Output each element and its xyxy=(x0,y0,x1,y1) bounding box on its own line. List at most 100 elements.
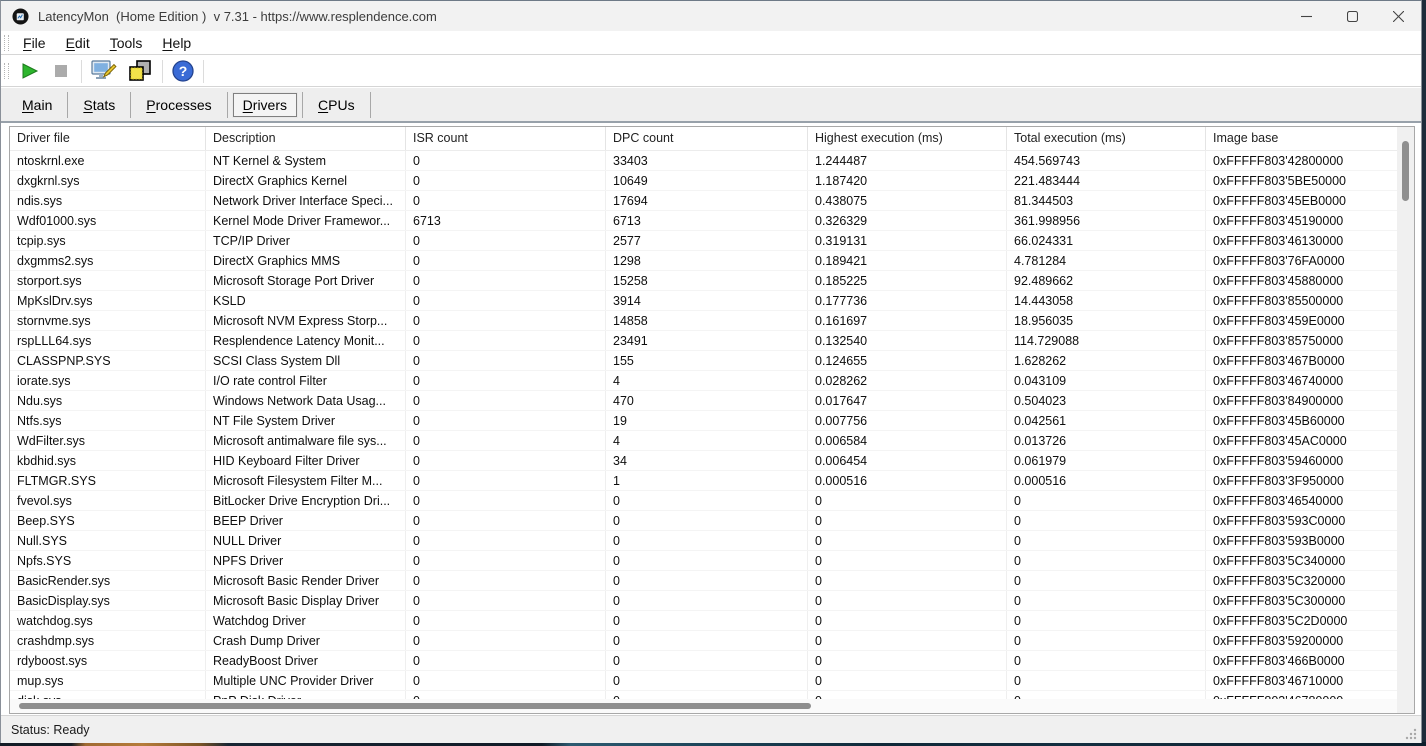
cell-description: NPFS Driver xyxy=(206,551,406,570)
tab-stats[interactable]: Stats xyxy=(70,92,128,118)
table-row[interactable]: rdyboost.sys ReadyBoost Driver 0 0 0 0 0… xyxy=(10,651,1397,671)
table-row[interactable]: BasicRender.sys Microsoft Basic Render D… xyxy=(10,571,1397,591)
close-button[interactable] xyxy=(1375,1,1421,31)
table-row[interactable]: WdFilter.sys Microsoft antimalware file … xyxy=(10,431,1397,451)
menu-item-edit[interactable]: Edit xyxy=(56,33,100,53)
table-row[interactable]: Beep.SYS BEEP Driver 0 0 0 0 0xFFFFF803'… xyxy=(10,511,1397,531)
column-header-image-base[interactable]: Image base xyxy=(1206,127,1414,150)
start-monitor-button[interactable] xyxy=(13,58,45,85)
table-row[interactable]: fvevol.sys BitLocker Drive Encryption Dr… xyxy=(10,491,1397,511)
tab-separator xyxy=(302,92,303,118)
table-row[interactable]: stornvme.sys Microsoft NVM Express Storp… xyxy=(10,311,1397,331)
column-header-description[interactable]: Description xyxy=(206,127,406,150)
cell-total-execution: 14.443058 xyxy=(1007,291,1206,310)
stop-monitor-button[interactable] xyxy=(45,58,77,85)
cell-driver-file: dxgkrnl.sys xyxy=(10,171,206,190)
table-row[interactable]: crashdmp.sys Crash Dump Driver 0 0 0 0 0… xyxy=(10,631,1397,651)
maximize-button[interactable] xyxy=(1329,1,1375,31)
tab-main[interactable]: Main xyxy=(9,92,65,118)
cell-description: DirectX Graphics Kernel xyxy=(206,171,406,190)
cell-image-base: 0xFFFFF803'84900000 xyxy=(1206,391,1397,410)
horizontal-scrollbar[interactable] xyxy=(10,699,1397,713)
table-row[interactable]: BasicDisplay.sys Microsoft Basic Display… xyxy=(10,591,1397,611)
cell-total-execution: 0 xyxy=(1007,531,1206,550)
table-row[interactable]: Ndu.sys Windows Network Data Usag... 0 4… xyxy=(10,391,1397,411)
table-row[interactable]: tcpip.sys TCP/IP Driver 0 2577 0.319131 … xyxy=(10,231,1397,251)
scrollbar-corner xyxy=(1397,699,1414,713)
cell-dpc-count: 1298 xyxy=(606,251,808,270)
minimize-button[interactable] xyxy=(1283,1,1329,31)
table-row[interactable]: rspLLL64.sys Resplendence Latency Monit.… xyxy=(10,331,1397,351)
table-row[interactable]: Ntfs.sys NT File System Driver 0 19 0.00… xyxy=(10,411,1397,431)
cell-dpc-count: 0 xyxy=(606,651,808,670)
table-row[interactable]: dxgmms2.sys DirectX Graphics MMS 0 1298 … xyxy=(10,251,1397,271)
cell-image-base: 0xFFFFF803'59460000 xyxy=(1206,451,1397,470)
table-row[interactable]: dxgkrnl.sys DirectX Graphics Kernel 0 10… xyxy=(10,171,1397,191)
table-row[interactable]: ntoskrnl.exe NT Kernel & System 0 33403 … xyxy=(10,151,1397,171)
cell-driver-file: tcpip.sys xyxy=(10,231,206,250)
cell-highest-execution: 0.006584 xyxy=(808,431,1007,450)
cell-isr-count: 0 xyxy=(406,171,606,190)
tab-drivers[interactable]: Drivers xyxy=(233,93,297,117)
cell-driver-file: Ntfs.sys xyxy=(10,411,206,430)
cell-isr-count: 0 xyxy=(406,231,606,250)
cell-isr-count: 0 xyxy=(406,151,606,170)
tab-processes[interactable]: Processes xyxy=(133,92,224,118)
menubar-gripper[interactable] xyxy=(4,35,9,51)
cell-total-execution: 0 xyxy=(1007,571,1206,590)
cell-driver-file: BasicRender.sys xyxy=(10,571,206,590)
cell-description: KSLD xyxy=(206,291,406,310)
stop-icon xyxy=(50,60,72,82)
table-row[interactable]: MpKslDrv.sys KSLD 0 3914 0.177736 14.443… xyxy=(10,291,1397,311)
table-row[interactable]: Null.SYS NULL Driver 0 0 0 0 0xFFFFF803'… xyxy=(10,531,1397,551)
cell-dpc-count: 470 xyxy=(606,391,808,410)
column-header-driver-file[interactable]: Driver file xyxy=(10,127,206,150)
table-row[interactable]: Wdf01000.sys Kernel Mode Driver Framewor… xyxy=(10,211,1397,231)
maximize-icon xyxy=(1347,11,1358,22)
column-header-total-execution[interactable]: Total execution (ms) xyxy=(1007,127,1206,150)
app-icon[interactable] xyxy=(12,8,29,25)
column-header-highest-execution[interactable]: Highest execution (ms) xyxy=(808,127,1007,150)
cell-total-execution: 0 xyxy=(1007,591,1206,610)
table-row[interactable]: disk.sys PnP Disk Driver 0 0 0 0 0xFFFFF… xyxy=(10,691,1397,699)
cell-driver-file: mup.sys xyxy=(10,671,206,690)
cell-isr-count: 0 xyxy=(406,431,606,450)
cell-total-execution: 0 xyxy=(1007,651,1206,670)
vertical-scrollbar[interactable] xyxy=(1397,127,1414,699)
cell-total-execution: 0 xyxy=(1007,551,1206,570)
column-header-dpc-count[interactable]: DPC count xyxy=(606,127,808,150)
toolbar-gripper[interactable] xyxy=(4,63,9,79)
cell-description: Network Driver Interface Speci... xyxy=(206,191,406,210)
cell-isr-count: 0 xyxy=(406,591,606,610)
resize-grip-icon[interactable] xyxy=(1404,727,1418,741)
menu-bar-items: FileEditToolsHelp xyxy=(13,33,201,53)
table-row[interactable]: storport.sys Microsoft Storage Port Driv… xyxy=(10,271,1397,291)
column-header-isr-count[interactable]: ISR count xyxy=(406,127,606,150)
table-row[interactable]: iorate.sys I/O rate control Filter 0 4 0… xyxy=(10,371,1397,391)
cell-isr-count: 0 xyxy=(406,311,606,330)
cell-dpc-count: 17694 xyxy=(606,191,808,210)
tab-cpus[interactable]: CPUs xyxy=(305,92,368,118)
menu-item-tools[interactable]: Tools xyxy=(100,33,153,53)
table-row[interactable]: ndis.sys Network Driver Interface Speci.… xyxy=(10,191,1397,211)
help-icon: ? xyxy=(171,59,195,83)
menu-item-help[interactable]: Help xyxy=(152,33,201,53)
in-depth-tests-button[interactable] xyxy=(122,58,158,85)
menu-item-file[interactable]: File xyxy=(13,33,56,53)
table-row[interactable]: CLASSPNP.SYS SCSI Class System Dll 0 155… xyxy=(10,351,1397,371)
table-row[interactable]: watchdog.sys Watchdog Driver 0 0 0 0 0xF… xyxy=(10,611,1397,631)
cell-driver-file: Ndu.sys xyxy=(10,391,206,410)
cell-isr-count: 0 xyxy=(406,531,606,550)
table-row[interactable]: mup.sys Multiple UNC Provider Driver 0 0… xyxy=(10,671,1397,691)
help-button[interactable]: ? xyxy=(167,58,199,85)
cell-image-base: 0xFFFFF803'593C0000 xyxy=(1206,511,1397,530)
table-row[interactable]: kbdhid.sys HID Keyboard Filter Driver 0 … xyxy=(10,451,1397,471)
horizontal-scrollbar-thumb[interactable] xyxy=(19,703,811,709)
cell-driver-file: MpKslDrv.sys xyxy=(10,291,206,310)
cell-dpc-count: 0 xyxy=(606,671,808,690)
options-button[interactable] xyxy=(86,58,122,85)
cell-dpc-count: 10649 xyxy=(606,171,808,190)
vertical-scrollbar-thumb[interactable] xyxy=(1402,141,1409,201)
table-row[interactable]: FLTMGR.SYS Microsoft Filesystem Filter M… xyxy=(10,471,1397,491)
table-row[interactable]: Npfs.SYS NPFS Driver 0 0 0 0 0xFFFFF803'… xyxy=(10,551,1397,571)
